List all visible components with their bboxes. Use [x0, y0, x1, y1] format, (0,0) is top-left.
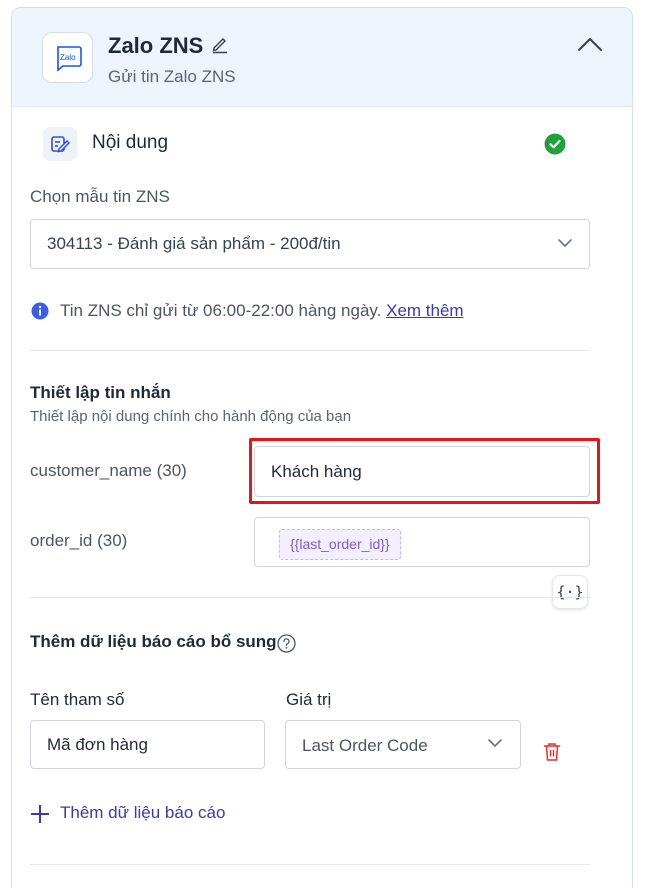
- help-icon[interactable]: [277, 634, 296, 658]
- order-id-input[interactable]: {{last_order_id}}: [254, 517, 590, 567]
- panel-header: Zalo Zalo ZNS Gửi tin Zalo ZNS: [12, 8, 632, 107]
- learn-more-link[interactable]: Xem thêm: [386, 301, 463, 320]
- send-time-notice: Tin ZNS chỉ gửi từ 06:00-22:00 hàng ngày…: [60, 301, 464, 321]
- section-title: Nội dung: [92, 132, 169, 153]
- param-value-selected: Last Order Code: [302, 736, 428, 755]
- highlight-box: [249, 438, 600, 504]
- plus-icon: [31, 805, 49, 823]
- chevron-down-icon: [487, 735, 503, 756]
- order-id-label: order_id (30): [30, 531, 128, 550]
- content-section-header[interactable]: Nội dung: [12, 107, 632, 183]
- message-setup-title: Thiết lập tin nhắn: [30, 383, 171, 402]
- insert-variable-button[interactable]: {·}: [552, 575, 588, 609]
- divider: [30, 864, 590, 865]
- add-report-data-label: Thêm dữ liệu báo cáo: [60, 803, 226, 822]
- content-edit-icon: [43, 127, 77, 161]
- param-name-value: Mã đơn hàng: [47, 735, 148, 754]
- divider: [30, 350, 590, 351]
- edit-icon[interactable]: [210, 34, 230, 59]
- logo-text: Zalo: [60, 53, 76, 62]
- param-name-input[interactable]: Mã đơn hàng: [30, 720, 265, 769]
- template-label: Chọn mẫu tin ZNS: [30, 187, 170, 206]
- app-subtitle: Gửi tin Zalo ZNS: [108, 67, 236, 86]
- chevron-down-icon: [557, 235, 573, 256]
- app-title: Zalo ZNS: [108, 33, 204, 58]
- info-icon: [31, 302, 49, 325]
- chevron-up-icon[interactable]: [577, 34, 603, 61]
- variable-chip[interactable]: {{last_order_id}}: [279, 529, 401, 560]
- message-setup-description: Thiết lập nội dung chính cho hành động c…: [30, 408, 352, 425]
- template-select[interactable]: 304113 - Đánh giá sản phẩm - 200đ/tin: [30, 219, 590, 269]
- divider: [30, 597, 590, 598]
- trash-icon[interactable]: [543, 742, 561, 767]
- success-check-icon: [544, 133, 566, 160]
- template-selected-value: 304113 - Đánh giá sản phẩm - 200đ/tin: [47, 234, 341, 253]
- param-value-header: Giá trị: [286, 690, 332, 709]
- zalo-logo: Zalo: [42, 32, 93, 83]
- report-title: Thêm dữ liệu báo cáo bổ sung: [30, 632, 277, 651]
- notice-text: Tin ZNS chỉ gửi từ 06:00-22:00 hàng ngày…: [60, 301, 382, 320]
- param-name-header: Tên tham số: [30, 690, 125, 709]
- param-value-select[interactable]: Last Order Code: [285, 720, 521, 769]
- customer-name-label: customer_name (30): [30, 461, 187, 480]
